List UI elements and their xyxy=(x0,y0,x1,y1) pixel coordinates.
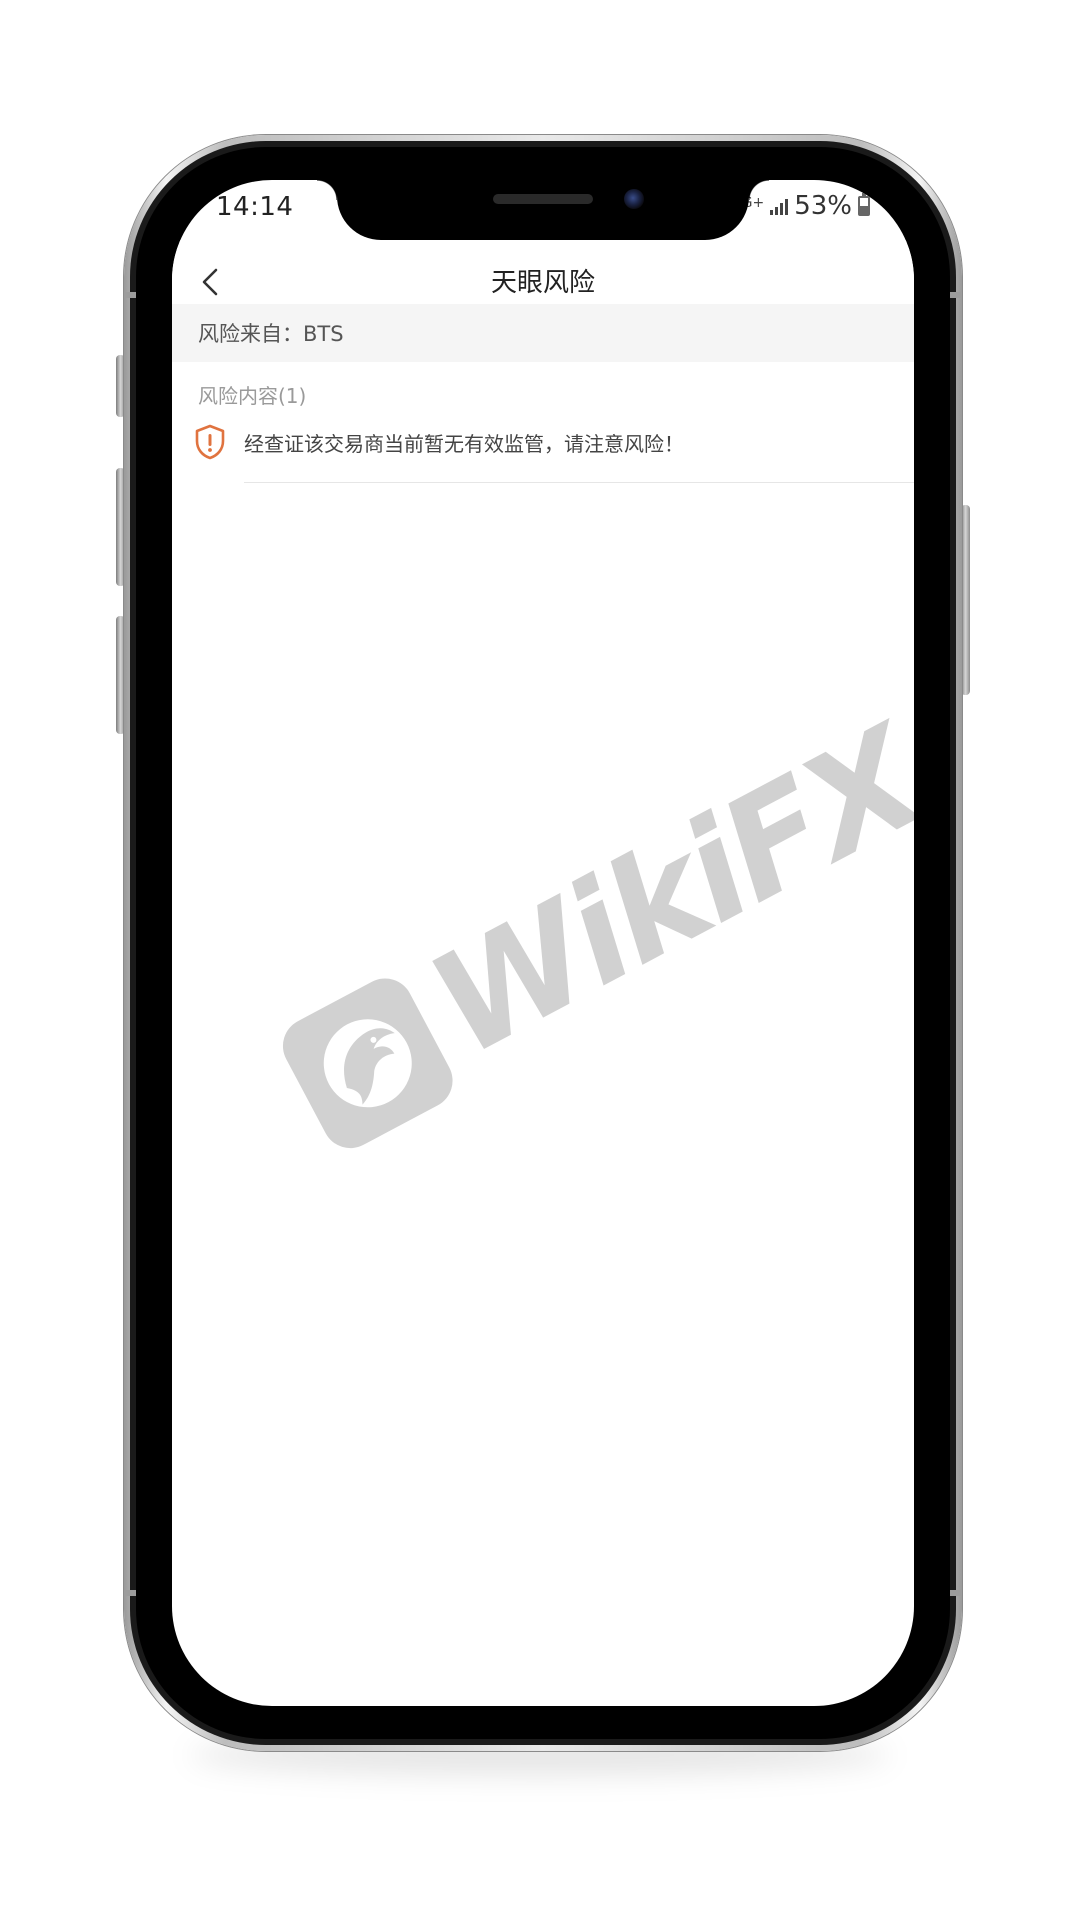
notch xyxy=(317,180,769,240)
power-button xyxy=(961,505,970,695)
page: 14:14 G+ 53% 天眼风险 风险来自：BTS 风险内容(1) 经查证该交… xyxy=(0,0,1080,1920)
battery-icon xyxy=(858,193,870,216)
page-title: 天眼风险 xyxy=(490,268,595,298)
antenna-line xyxy=(124,292,136,298)
eagle-logo-icon xyxy=(273,968,463,1158)
watermark: WikiFX xyxy=(250,699,914,1202)
risk-list-item: 经查证该交易商当前暂无有效监管，请注意风险！ xyxy=(172,418,914,476)
antenna-line xyxy=(950,1590,962,1596)
risk-item-text: 经查证该交易商当前暂无有效监管，请注意风险！ xyxy=(244,432,684,456)
battery-level-fill xyxy=(860,205,868,214)
front-camera xyxy=(624,189,644,209)
shield-alert-icon xyxy=(195,424,225,460)
signal-icon xyxy=(770,197,789,215)
status-time: 14:14 xyxy=(216,192,294,222)
phone-screen: 14:14 G+ 53% 天眼风险 风险来自：BTS 风险内容(1) 经查证该交… xyxy=(172,180,914,1706)
watermark-text: WikiFX xyxy=(406,698,914,1089)
antenna-line xyxy=(950,292,962,298)
risk-source-label: 风险来自：BTS xyxy=(198,322,344,346)
earpiece-speaker xyxy=(493,194,593,204)
risk-section-label: 风险内容(1) xyxy=(198,384,307,408)
risk-source-row: 风险来自：BTS xyxy=(172,304,914,362)
antenna-line xyxy=(124,1590,136,1596)
battery-percent: 53% xyxy=(794,191,852,221)
divider xyxy=(244,482,914,483)
